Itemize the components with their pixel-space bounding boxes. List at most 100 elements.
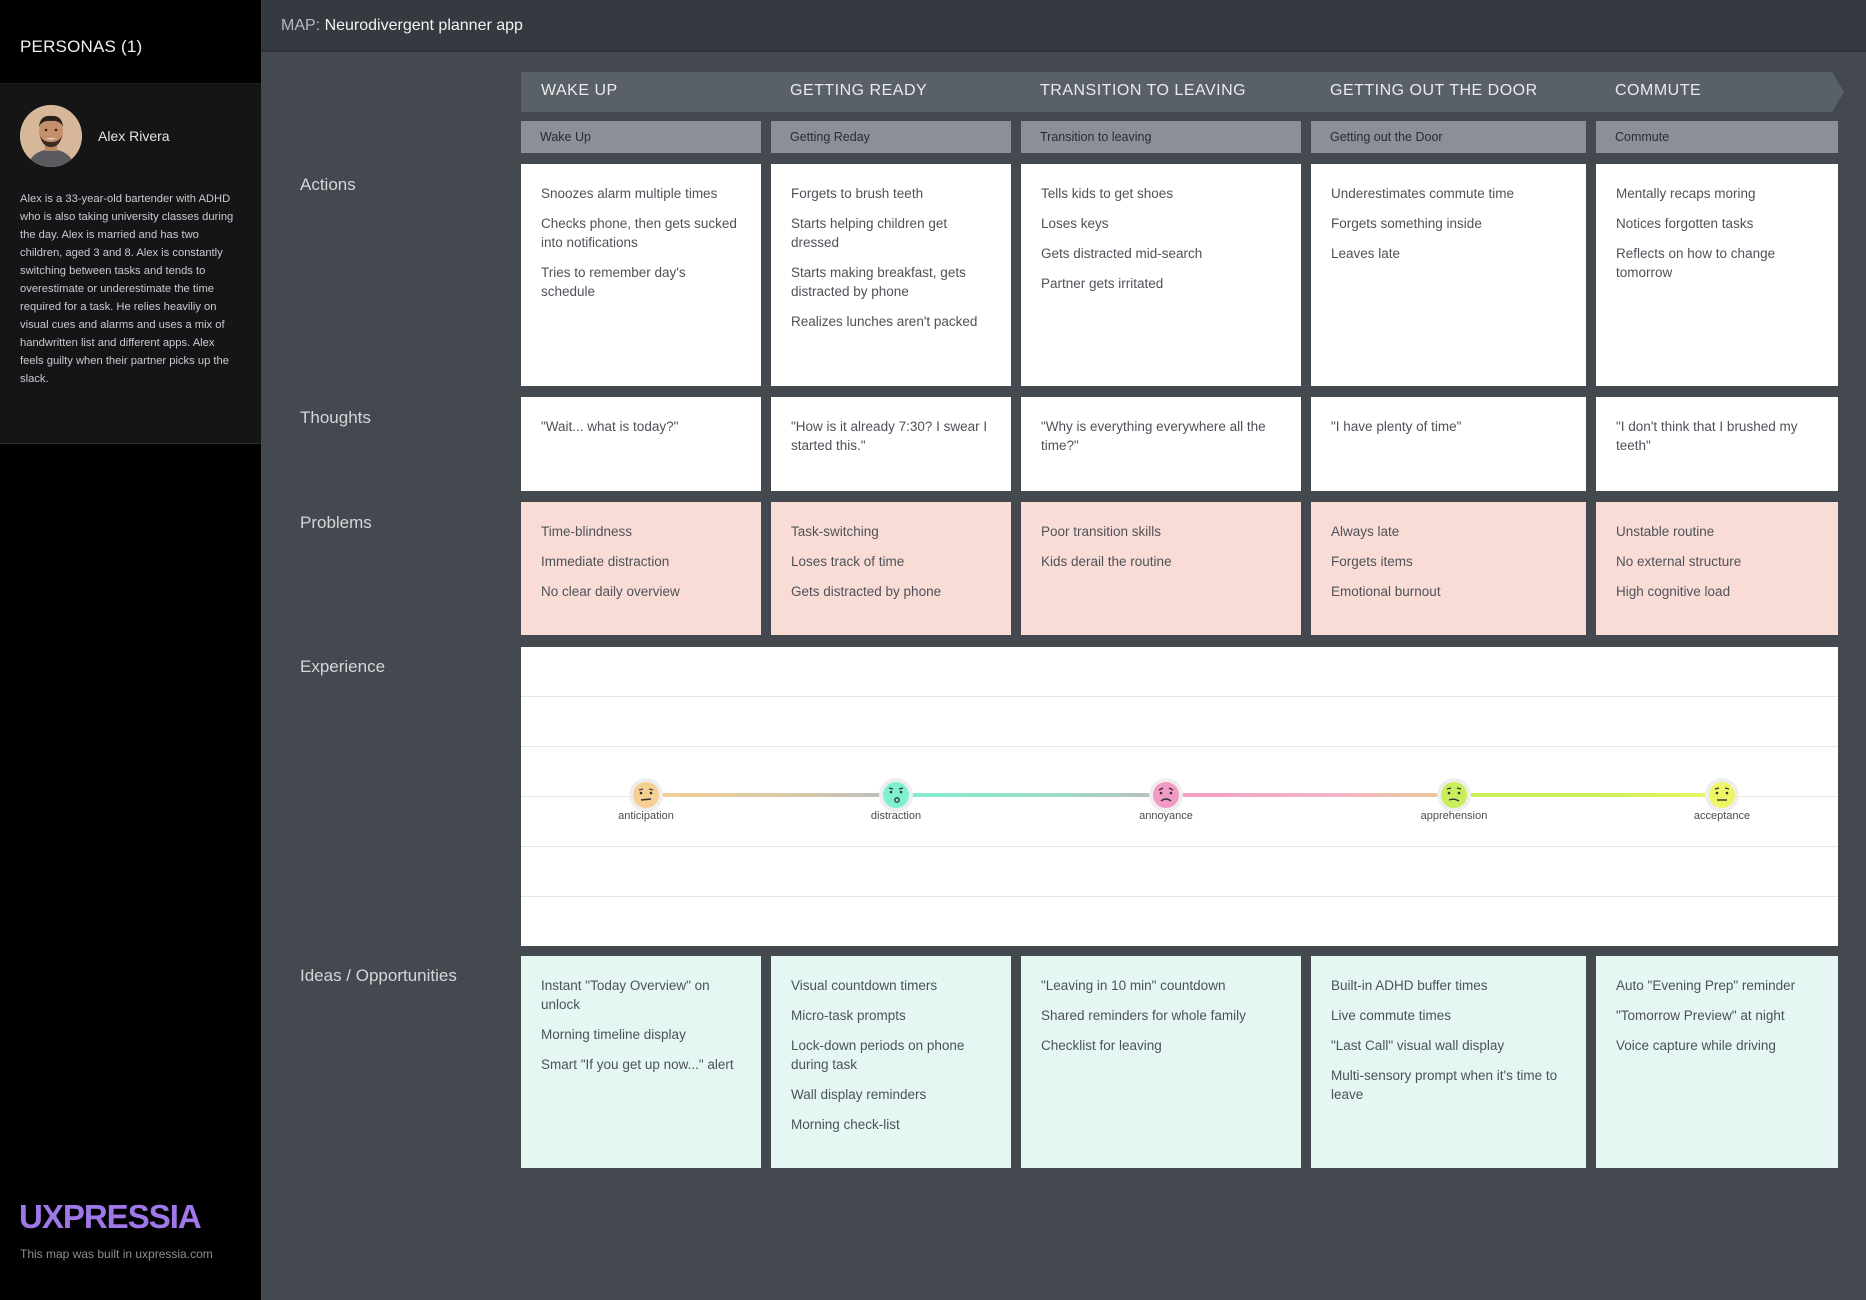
actions-cell[interactable]: Snoozes alarm multiple times Checks phon…	[521, 164, 761, 386]
emotion-label: anticipation	[618, 810, 674, 822]
list-item: Snoozes alarm multiple times	[541, 186, 718, 201]
list-item: Poor transition skills	[1041, 524, 1162, 539]
ideas-cell[interactable]: Visual countdown timers Micro-task promp…	[771, 956, 1011, 1168]
ideas-cell[interactable]: "Leaving in 10 min" countdown Shared rem…	[1021, 956, 1301, 1168]
list-item: Loses track of time	[791, 554, 905, 569]
list-item: Tells kids to get shoes	[1041, 186, 1174, 201]
list-item: Starts helping children get dressed	[791, 216, 948, 250]
ideas-cell[interactable]: Instant "Today Overview" on unlock Morni…	[521, 956, 761, 1168]
ideas-cell[interactable]: Built-in ADHD buffer times Live commute …	[1311, 956, 1586, 1168]
actions-cell[interactable]: Mentally recaps moring Notices forgotten…	[1596, 164, 1838, 386]
stage-wake-up[interactable]: WAKE UP	[521, 72, 774, 112]
stage-title: GETTING OUT THE DOOR	[1330, 82, 1538, 99]
list-item: Visual countdown timers	[791, 978, 938, 993]
list-item: Micro-task prompts	[791, 1008, 906, 1023]
substage-out-the-door[interactable]: Getting out the Door	[1311, 121, 1586, 153]
curve-segment	[896, 793, 1166, 797]
problems-cell[interactable]: Unstable routine No external structure H…	[1596, 502, 1838, 635]
actions-cell[interactable]: Tells kids to get shoes Loses keys Gets …	[1021, 164, 1301, 386]
list-item: No clear daily overview	[541, 584, 680, 599]
curve-segment	[1454, 793, 1722, 797]
persona-bio: Alex is a 33-year-old bartender with ADH…	[20, 193, 234, 385]
problems-cell[interactable]: Task-switching Loses track of time Gets …	[771, 502, 1011, 635]
list-item: Live commute times	[1331, 1008, 1452, 1023]
emotion-face-icon[interactable]	[1705, 778, 1739, 812]
stage-transition-to-leaving[interactable]: TRANSITION TO LEAVING	[1014, 72, 1310, 112]
persona-name: Alex Rivera	[98, 128, 170, 144]
list-item: Multi-sensory prompt when it's time to l…	[1331, 1068, 1558, 1102]
list-item: Gets distracted by phone	[791, 584, 942, 599]
list-item: No external structure	[1616, 554, 1742, 569]
list-item: Forgets items	[1331, 554, 1413, 569]
thoughts-cell[interactable]: "How is it already 7:30? I swear I start…	[771, 397, 1011, 491]
actions-cell[interactable]: Forgets to brush teeth Starts helping ch…	[771, 164, 1011, 386]
persona-card[interactable]: Alex Rivera Alex is a 33-year-old barten…	[0, 84, 261, 444]
thoughts-cell[interactable]: "I have plenty of time"	[1311, 397, 1586, 491]
list-item: Checklist for leaving	[1041, 1038, 1162, 1053]
substage-commute[interactable]: Commute	[1596, 121, 1838, 153]
list-item: Tries to remember day's schedule	[541, 265, 686, 299]
map-name[interactable]: Neurodivergent planner app	[325, 17, 523, 34]
substage-transition[interactable]: Transition to leaving	[1021, 121, 1301, 153]
list-item: Starts making breakfast, gets distracted…	[791, 265, 966, 299]
stage-getting-out-the-door[interactable]: GETTING OUT THE DOOR	[1297, 72, 1595, 112]
list-item: Kids derail the routine	[1041, 554, 1172, 569]
emotion-face-icon[interactable]	[879, 778, 913, 812]
substage-getting-ready[interactable]: Getting Reday	[771, 121, 1011, 153]
emotion-label: annoyance	[1139, 810, 1193, 822]
personas-sidebar: PERSONAS (1) Alex Rivera Alex is a 33-ye…	[0, 0, 261, 1300]
built-with-note[interactable]: This map was built in uxpressia.com	[20, 1247, 213, 1261]
thoughts-cell[interactable]: "Wait... what is today?"	[521, 397, 761, 491]
emotion-face-icon[interactable]	[629, 778, 663, 812]
list-item: Shared reminders for whole family	[1041, 1008, 1246, 1023]
stage-title: GETTING READY	[790, 82, 928, 99]
list-item: Emotional burnout	[1331, 584, 1441, 599]
ideas-cell[interactable]: Auto "Evening Prep" reminder "Tomorrow P…	[1596, 956, 1838, 1168]
stage-title: COMMUTE	[1615, 82, 1702, 99]
avatar	[20, 105, 82, 167]
substage-wake-up[interactable]: Wake Up	[521, 121, 761, 153]
thoughts-cell[interactable]: "Why is everything everywhere all the ti…	[1021, 397, 1301, 491]
list-item: Forgets to brush teeth	[791, 186, 924, 201]
problems-cell[interactable]: Always late Forgets items Emotional burn…	[1311, 502, 1586, 635]
curve-segment	[646, 793, 896, 797]
list-item: Instant "Today Overview" on unlock	[541, 978, 710, 1012]
problems-cell[interactable]: Poor transition skills Kids derail the r…	[1021, 502, 1301, 635]
list-item: Smart "If you get up now..." alert	[541, 1057, 734, 1072]
uxpressia-logo[interactable]: UXPRESSIA	[19, 1198, 202, 1236]
list-item: Auto "Evening Prep" reminder	[1616, 978, 1796, 993]
list-item: Notices forgotten tasks	[1616, 216, 1754, 231]
thought-quote: "Wait... what is today?"	[541, 419, 679, 434]
list-item: Voice capture while driving	[1616, 1038, 1776, 1053]
row-label-actions: Actions	[300, 175, 356, 194]
list-item: Forgets something inside	[1331, 216, 1482, 231]
emotion-label: apprehension	[1420, 810, 1488, 822]
thought-quote: "I don't think that I brushed my teeth"	[1616, 419, 1798, 453]
list-item: Time-blindness	[541, 524, 633, 539]
emotion-label: distraction	[870, 810, 922, 822]
row-label-thoughts: Thoughts	[300, 408, 371, 427]
emotion-face-icon[interactable]	[1437, 778, 1471, 812]
stage-commute[interactable]: COMMUTE	[1582, 72, 1844, 112]
list-item: Gets distracted mid-search	[1041, 246, 1203, 261]
thought-quote: "I have plenty of time"	[1331, 419, 1462, 434]
actions-cell[interactable]: Underestimates commute time Forgets some…	[1311, 164, 1586, 386]
list-item: Partner gets irritated	[1041, 276, 1164, 291]
list-item: "Last Call" visual wall display	[1331, 1038, 1505, 1053]
personas-title: PERSONAS (1)	[0, 0, 261, 84]
list-item: "Leaving in 10 min" countdown	[1041, 978, 1226, 993]
list-item: Wall display reminders	[791, 1087, 927, 1102]
stage-title: TRANSITION TO LEAVING	[1040, 82, 1247, 99]
list-item: Unstable routine	[1616, 524, 1715, 539]
list-item: Reflects on how to change tomorrow	[1616, 246, 1776, 280]
list-item: Lock-down periods on phone during task	[791, 1038, 965, 1072]
thought-quote: "How is it already 7:30? I swear I start…	[791, 419, 988, 453]
list-item: Morning check-list	[791, 1117, 900, 1132]
list-item: Morning timeline display	[541, 1027, 686, 1042]
experience-graph[interactable]: anticipation distraction annoyance appre…	[521, 647, 1838, 946]
thoughts-cell[interactable]: "I don't think that I brushed my teeth"	[1596, 397, 1838, 491]
emotion-face-icon[interactable]	[1149, 778, 1183, 812]
row-label-problems: Problems	[300, 513, 372, 532]
stage-getting-ready[interactable]: GETTING READY	[761, 72, 1027, 112]
problems-cell[interactable]: Time-blindness Immediate distraction No …	[521, 502, 761, 635]
